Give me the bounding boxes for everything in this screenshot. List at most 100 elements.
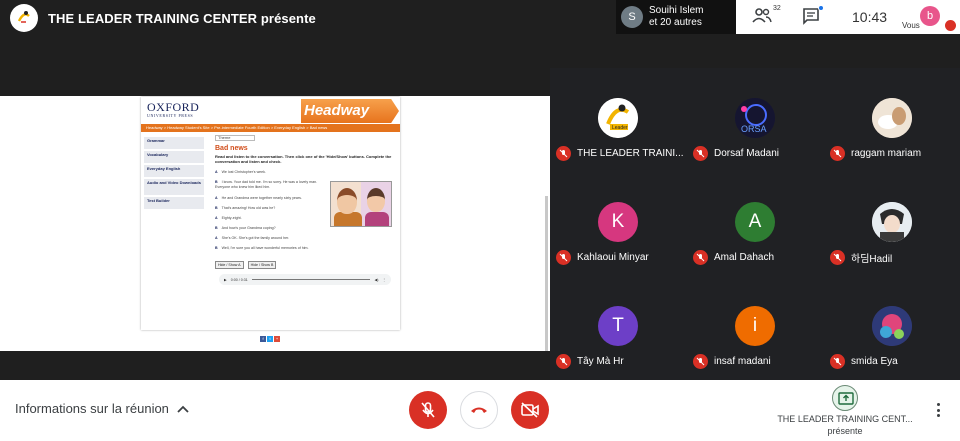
participant-tile[interactable]: 하딤Hadil: [824, 172, 960, 276]
participant-avatar: T: [598, 306, 638, 346]
participant-name: 하딤Hadil: [851, 254, 893, 265]
illustration-woman-head: [367, 188, 385, 212]
presentation-stage: OXFORD UNIVERSITY PRESS Headway Headway …: [0, 96, 550, 351]
meeting-info-button[interactable]: Informations sur la réunion: [15, 401, 189, 416]
participant-name: Tây Mà Hr: [577, 356, 624, 367]
dialogue-line: B Well, I'm sure you all have wonderful m…: [215, 246, 309, 250]
participant-name-row: Tây Mà Hr: [556, 354, 624, 369]
viewers-chip[interactable]: S Souihi Islem et 20 autres: [616, 0, 736, 34]
presentation-indicator[interactable]: THE LEADER TRAINING CENT... présente: [770, 385, 920, 437]
mic-off-icon: [693, 250, 708, 265]
slide-content: Theme Bad news Read and listen to the co…: [215, 135, 395, 285]
more-options-icon: [936, 403, 940, 406]
google-plus-icon[interactable]: +: [274, 336, 280, 342]
chat-button[interactable]: [802, 5, 824, 27]
microphone-toggle-button[interactable]: [409, 391, 447, 429]
sidebar-item-grammar[interactable]: Grammar: [144, 137, 204, 149]
hide-show-a-button[interactable]: Hide / Show A: [215, 261, 244, 269]
more-options-icon-dot: [936, 408, 940, 412]
participant-name: Kahlaoui Minyar: [577, 252, 649, 263]
audio-player: ▶ 0:00 / 0:31 ◀) ⋮: [219, 274, 391, 285]
participant-grid: Leader THE LEADER TRAINI... ORSA Dorsaf …: [550, 68, 960, 380]
slide-sidebar: Grammar Vocabulary Everyday English Audi…: [144, 137, 204, 211]
participant-tile[interactable]: A Amal Dahach: [687, 172, 823, 276]
photo-avatar-icon: [872, 306, 912, 346]
camera-toggle-button[interactable]: [511, 391, 549, 429]
mic-off-icon: [556, 250, 571, 265]
viewer-others: et 20 autres: [649, 17, 702, 28]
dialogue-line: B That's amazing! How old was he?: [215, 206, 276, 210]
presenting-status: présente: [827, 426, 863, 436]
participant-avatar: ORSA: [735, 98, 775, 138]
illustration-man-head: [337, 188, 357, 214]
participant-tile[interactable]: i insaf madani: [687, 276, 823, 380]
people-count: 32: [773, 5, 781, 12]
dialogue-line: BI know. Your dad told me. I'm so sorry.…: [215, 180, 318, 189]
photo-avatar-icon: [872, 202, 912, 242]
leave-call-button[interactable]: [460, 391, 498, 429]
clock: 10:43: [852, 9, 888, 25]
sidebar-item-vocabulary[interactable]: Vocabulary: [144, 151, 204, 163]
dialogue-line: A We lost Christopher's week.: [215, 170, 266, 174]
chat-unread-dot: [818, 5, 824, 11]
presenter-title: THE LEADER TRAINING CENTER présente: [48, 10, 316, 26]
participant-tile[interactable]: smida Eya: [824, 276, 960, 380]
hide-show-buttons: Hide / Show A Hide / Show B: [215, 261, 277, 269]
photo-avatar-icon: [872, 98, 912, 138]
present-screen-icon: [832, 385, 858, 411]
dialogue-illustration: [330, 181, 392, 227]
self-mic-off-badge: [945, 20, 956, 31]
svg-text:Leader: Leader: [612, 125, 628, 131]
self-label: Vous: [902, 21, 920, 30]
top-controls: 32 10:43 b Vous: [736, 0, 960, 34]
participant-tile[interactable]: T Tây Mà Hr: [550, 276, 686, 380]
svg-text:ORSA: ORSA: [741, 124, 767, 134]
participant-name-row: THE LEADER TRAINI...: [556, 146, 684, 161]
participant-name: insaf madani: [714, 356, 771, 367]
leader-logo-icon: [14, 8, 34, 28]
participant-tile[interactable]: Leader THE LEADER TRAINI...: [550, 68, 686, 172]
more-options-icon-dot: [936, 414, 940, 417]
audio-progress-track[interactable]: [251, 279, 371, 280]
facebook-icon[interactable]: f: [260, 336, 266, 342]
breadcrumb: Headway > Headway Student's Site > Pre-i…: [146, 125, 328, 130]
dialogue-line: A She's OK. She's got the family around h…: [215, 236, 290, 240]
people-button[interactable]: 32: [752, 5, 781, 28]
hide-show-b-button[interactable]: Hide / Show B: [247, 261, 277, 269]
participant-avatar: i: [735, 306, 775, 346]
theme-select[interactable]: Theme: [215, 135, 255, 141]
volume-icon[interactable]: ◀): [374, 278, 378, 282]
dialogue-line: A Eighty-eight.: [215, 216, 242, 220]
shared-screen: OXFORD UNIVERSITY PRESS Headway Headway …: [141, 97, 400, 330]
participant-name-row: Kahlaoui Minyar: [556, 250, 649, 265]
participant-name-row: raggam mariam: [830, 146, 921, 161]
meeting-info-label: Informations sur la réunion: [15, 401, 169, 416]
viewer-name: Souihi Islem: [649, 5, 704, 16]
participant-name-row: Amal Dahach: [693, 250, 774, 265]
participant-tile[interactable]: raggam mariam: [824, 68, 960, 172]
sidebar-item-downloads[interactable]: Audio and Video Downloads: [144, 179, 204, 195]
participant-name: THE LEADER TRAINI...: [577, 148, 684, 159]
play-icon[interactable]: ▶: [224, 278, 227, 282]
people-icon: [752, 8, 772, 23]
top-bar: THE LEADER TRAINING CENTER présente S So…: [0, 0, 960, 36]
camera-off-icon: [521, 402, 539, 418]
stage-scrollbar[interactable]: [545, 196, 548, 351]
participant-name: smida Eya: [851, 356, 898, 367]
viewer-avatar: S: [621, 6, 643, 28]
share-icons: f t +: [260, 336, 280, 342]
bottom-bar: Informations sur la réunion THE LEADER T…: [0, 380, 960, 441]
dialogue-line: A He and Grandma were together nearly six…: [215, 196, 302, 200]
participant-name: raggam mariam: [851, 148, 922, 159]
sidebar-item-test-builder[interactable]: Test Builder: [144, 197, 204, 209]
participant-tile[interactable]: ORSA Dorsaf Madani: [687, 68, 823, 172]
audio-more-icon[interactable]: ⋮: [382, 278, 386, 282]
mic-off-icon: [556, 354, 571, 369]
twitter-icon[interactable]: t: [267, 336, 273, 342]
mic-off-icon: [693, 354, 708, 369]
participant-tile[interactable]: K Kahlaoui Minyar: [550, 172, 686, 276]
mic-off-icon: [693, 146, 708, 161]
more-options-button[interactable]: [930, 400, 946, 420]
self-avatar[interactable]: b: [920, 6, 940, 26]
sidebar-item-everyday-english[interactable]: Everyday English: [144, 165, 204, 177]
